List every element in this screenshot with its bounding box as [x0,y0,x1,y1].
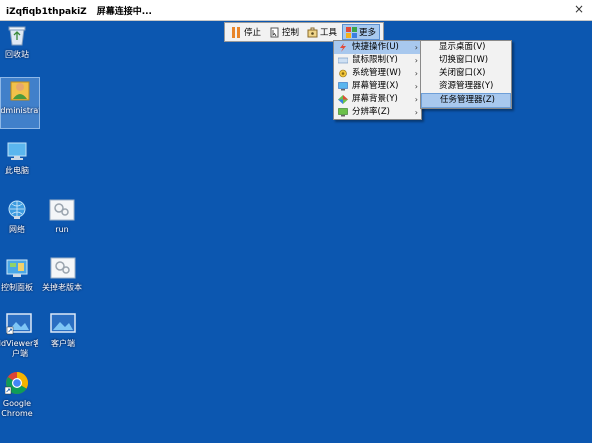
submenu-item-label: 任务管理器(Z) [440,95,495,105]
desktop-icon-label: 控制面板 [1,283,33,292]
submenu-arrow-icon: › [414,43,418,52]
recycle-bin-icon [8,26,26,46]
remote-toolbar: 停止 控制 工具 更多 [224,22,385,42]
screen-manage-icon [338,82,348,91]
menu-item-label: 系统管理(W) [352,68,402,78]
desktop-icon-label: 网络 [9,225,25,234]
control-button[interactable]: 控制 [266,24,302,40]
submenu-item-label: 资源管理器(Y) [439,81,494,91]
tools-button[interactable]: 工具 [304,24,340,40]
menu-item-label: 分辨率(Z) [352,107,390,117]
submenu-arrow-icon: › [414,56,418,65]
network-icon [8,200,26,219]
submenu-arrow-icon: › [414,108,418,117]
menu-item-screen-manage[interactable]: 屏幕管理(X) › [334,80,421,93]
system-manage-icon [339,69,347,78]
window-title: iZqfiqb1thpakiZ 屏幕连接中... [6,4,152,17]
menu-item-label: 鼠标限制(Y) [352,55,398,65]
connection-status: 屏幕连接中... [96,7,152,17]
control-label: 控制 [282,28,300,38]
submenu-arrow-icon: › [414,95,418,104]
control-icon [270,27,279,37]
quick-actions-submenu: 显示桌面(V) 切换窗口(W) 关闭窗口(X) 资源管理器(Y) 任务管理器(Z… [420,40,512,109]
desktop-icon-control-panel[interactable]: 控制面板 [0,257,34,293]
more-icon [346,26,358,38]
desktop-icon-label: Google Chrome [1,399,33,418]
tools-label: 工具 [320,28,338,38]
user-folder-icon [10,81,30,101]
submenu-item-show-desktop[interactable]: 显示桌面(V) [421,41,511,54]
desktop-icon-this-pc[interactable]: 此电脑 [0,142,34,176]
desktop-icon-label: 关掉老版本 [42,283,82,292]
menu-item-label: 屏幕背景(Y) [352,94,398,104]
tools-icon [307,27,318,37]
more-dropdown-menu: 快捷操作(U) › 鼠标限制(Y) › 系统管理(W) › 屏幕管理(X) › … [333,40,422,120]
submenu-item-explorer[interactable]: 资源管理器(Y) [421,80,511,93]
viewer-client-icon [6,313,32,335]
desktop-icon-viewer-client[interactable]: IdViewer客户端 [0,313,38,359]
submenu-item-label: 切换窗口(W) [439,55,489,65]
stop-label: 停止 [244,28,262,38]
client-icon [50,313,76,333]
stop-button[interactable]: 停止 [228,24,264,40]
this-pc-icon [7,142,27,160]
run-icon [49,199,75,221]
desktop-icon-label: 此电脑 [5,166,29,175]
resolution-icon [338,108,348,117]
desktop-icon-client[interactable]: 客户端 [45,313,81,349]
shortcut-icon [50,257,76,279]
pause-icon [232,26,240,38]
window-host-name: iZqfiqb1thpakiZ [6,7,87,17]
menu-item-quick-actions[interactable]: 快捷操作(U) › [334,41,421,54]
desktop-icon-label: 客户端 [51,339,75,348]
lightning-icon [340,43,346,52]
desktop-icon-label: IdViewer客户端 [0,339,38,358]
screen-background-icon [338,95,348,104]
submenu-item-switch-window[interactable]: 切换窗口(W) [421,54,511,67]
window-title-bar: iZqfiqb1thpakiZ 屏幕连接中... × [0,0,592,21]
control-panel-icon [6,259,28,277]
submenu-item-task-manager[interactable]: 任务管理器(Z) [421,93,511,108]
more-label: 更多 [359,28,377,38]
desktop-icon-label: run [55,225,69,234]
more-button[interactable]: 更多 [342,24,381,40]
submenu-item-label: 显示桌面(V) [439,42,486,52]
menu-item-system-manage[interactable]: 系统管理(W) › [334,67,421,80]
menu-item-label: 屏幕管理(X) [352,81,399,91]
desktop-icon-label: Administrator [1,106,39,115]
desktop-icon-close-old-version[interactable]: 关掉老版本 [42,257,84,293]
desktop-icon-google-chrome[interactable]: Google Chrome [0,371,34,419]
submenu-item-label: 关闭窗口(X) [439,68,486,78]
desktop-icon-label: 回收站 [5,50,29,59]
submenu-arrow-icon: › [414,82,418,91]
desktop-icon-network[interactable]: 网络 [0,199,34,235]
chrome-icon [5,372,28,395]
mouse-limit-icon [338,57,348,64]
menu-item-screen-background[interactable]: 屏幕背景(Y) › [334,93,421,106]
submenu-item-close-window[interactable]: 关闭窗口(X) [421,67,511,80]
desktop-icon-recycle-bin[interactable]: 回收站 [0,24,34,60]
desktop-icon-run[interactable]: run [44,199,80,235]
close-button[interactable]: × [572,1,586,17]
menu-item-label: 快捷操作(U) [352,42,399,52]
desktop-icon-administrator[interactable]: Administrator [0,77,40,129]
menu-item-resolution[interactable]: 分辨率(Z) › [334,106,421,119]
menu-item-mouse-limit[interactable]: 鼠标限制(Y) › [334,54,421,67]
submenu-arrow-icon: › [414,69,418,78]
